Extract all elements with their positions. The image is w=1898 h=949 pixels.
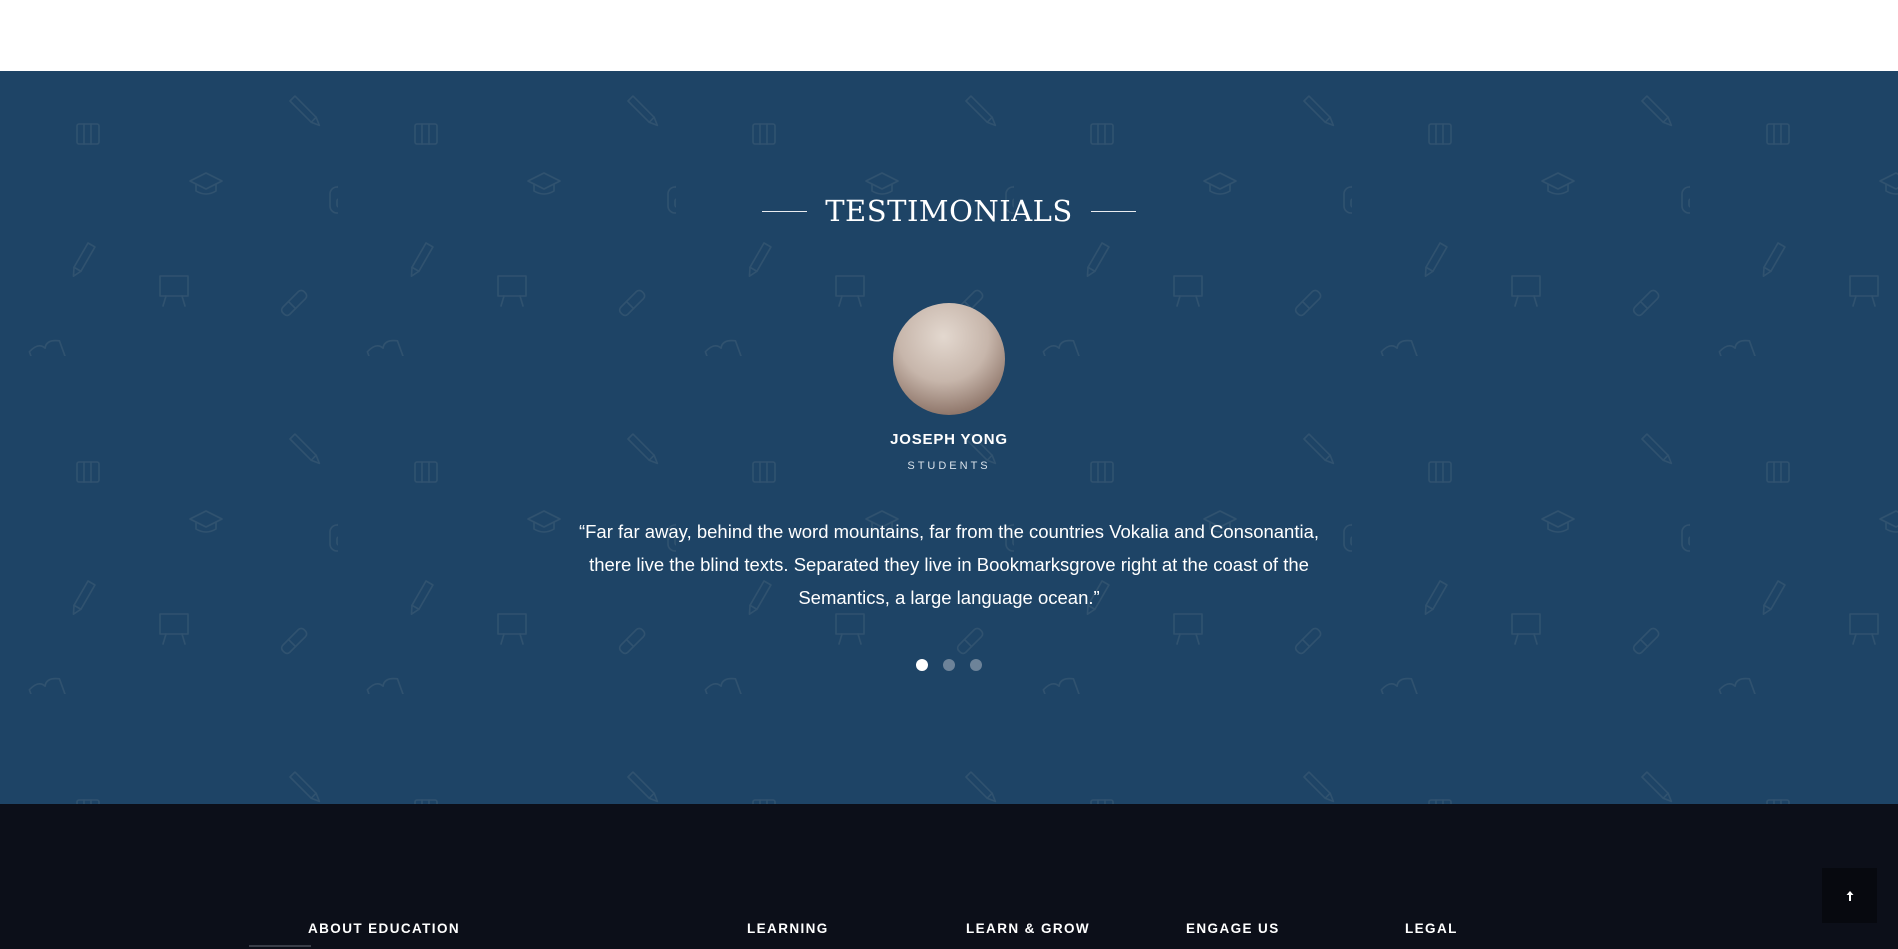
heading-line-left (762, 210, 808, 212)
arrow-up-icon (1846, 890, 1853, 901)
testimonial-quote: “Far far away, behind the word mountains… (578, 521, 1320, 608)
testimonials-section: TESTIMONIALS JOSEPH YONG STUDENTS “Far f… (0, 71, 1898, 804)
testimonial-author-name: JOSEPH YONG (890, 431, 1008, 448)
top-white-area (0, 0, 1898, 71)
footer-heading-about-education: ABOUT EDUCATION (308, 921, 460, 936)
footer-heading-learn-and-grow: LEARN & GROW (966, 921, 1091, 936)
footer-heading-legal: LEGAL (1405, 921, 1458, 936)
carousel-dot-2[interactable] (943, 659, 955, 671)
carousel-dots (0, 659, 1898, 671)
footer-heading-engage-us: ENGAGE US (1186, 921, 1280, 936)
back-to-top-button[interactable] (1822, 868, 1877, 923)
testimonials-heading: TESTIMONIALS (0, 194, 1898, 228)
heading-line-right (1090, 210, 1136, 212)
section-title: TESTIMONIALS (825, 194, 1073, 228)
footer-heading-learning: LEARNING (747, 921, 829, 936)
avatar (893, 303, 1005, 415)
site-footer: ABOUT EDUCATION LEARNING LEARN & GROW EN… (0, 804, 1898, 949)
testimonial-author-role: STUDENTS (907, 460, 991, 472)
carousel-dot-3[interactable] (970, 659, 982, 671)
carousel-dot-1[interactable] (916, 659, 928, 671)
footer-heading-underline (249, 945, 311, 947)
